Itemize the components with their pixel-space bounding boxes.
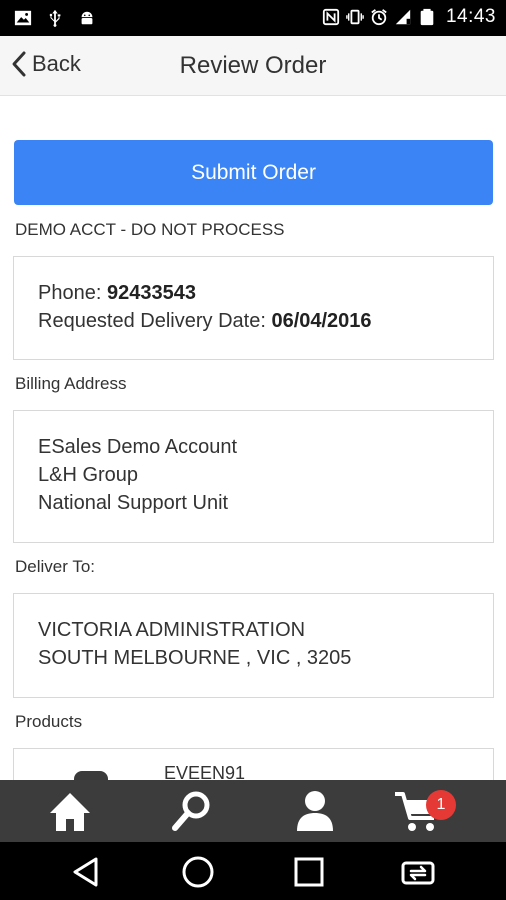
signal-icon xyxy=(395,9,411,25)
review-order-content[interactable]: Submit Order DEMO ACCT - DO NOT PROCESS … xyxy=(0,96,506,780)
delivery-date-value: 06/04/2016 xyxy=(271,310,372,332)
delivery-date-label: Requested Delivery Date: xyxy=(38,310,272,332)
recents-square-icon[interactable] xyxy=(291,854,327,890)
billing-address-heading: Billing Address xyxy=(15,374,127,393)
products-heading: Products xyxy=(15,712,83,731)
submit-order-button[interactable]: Submit Order xyxy=(14,140,493,205)
cart-badge: 1 xyxy=(426,790,456,820)
clock-time: 14:43 xyxy=(445,6,496,27)
phone-line: Phone: 92433543 xyxy=(38,279,493,307)
home-circle-icon[interactable] xyxy=(180,854,216,890)
switch-app-icon[interactable] xyxy=(400,854,436,890)
nfc-icon xyxy=(322,8,340,26)
product-code: EVEEN91 xyxy=(164,763,246,780)
android-icon xyxy=(81,11,93,25)
phone-label: Phone: xyxy=(38,282,107,304)
page-title: Review Order xyxy=(179,52,327,79)
deliver-line: VICTORIA ADMINISTRATION xyxy=(38,619,306,641)
back-triangle-icon[interactable] xyxy=(68,854,104,890)
vibrate-icon xyxy=(346,9,364,25)
delivery-date-line: Requested Delivery Date: 06/04/2016 xyxy=(38,307,493,335)
image-icon xyxy=(14,10,32,26)
bottom-tab-bar: 1 xyxy=(0,780,506,842)
product-image xyxy=(74,771,108,780)
profile-icon[interactable] xyxy=(290,786,340,836)
system-navigation-bar xyxy=(0,842,506,900)
billing-address-card: ESales Demo Account L&H Group National S… xyxy=(13,410,494,543)
deliver-to-heading: Deliver To: xyxy=(15,557,95,576)
alarm-icon xyxy=(371,9,387,26)
deliver-to-card: VICTORIA ADMINISTRATION SOUTH MELBOURNE … xyxy=(13,593,494,698)
usb-icon xyxy=(49,9,61,27)
battery-icon xyxy=(420,8,434,26)
home-icon[interactable] xyxy=(45,786,95,836)
deliver-line: SOUTH MELBOURNE , VIC , 3205 xyxy=(38,647,352,669)
billing-line: National Support Unit xyxy=(38,492,229,514)
top-nav-bar: Back Review Order xyxy=(0,36,506,96)
billing-line: L&H Group xyxy=(38,464,139,486)
phone-value: 92433543 xyxy=(106,282,196,304)
account-note: DEMO ACCT - DO NOT PROCESS xyxy=(15,220,285,239)
product-item[interactable]: EVEEN91 xyxy=(13,748,494,780)
contact-card: Phone: 92433543 Requested Delivery Date:… xyxy=(13,256,494,360)
billing-line: ESales Demo Account xyxy=(38,436,237,458)
status-bar: 14:43 xyxy=(0,0,506,36)
search-icon[interactable] xyxy=(167,786,217,836)
